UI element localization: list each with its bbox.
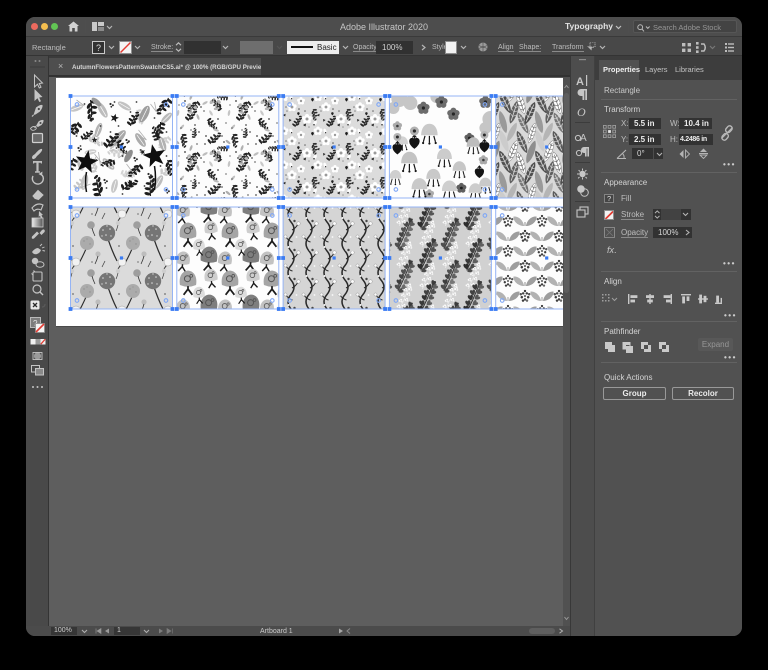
svg-text:O: O xyxy=(577,105,586,119)
svg-text:A: A xyxy=(576,76,584,88)
